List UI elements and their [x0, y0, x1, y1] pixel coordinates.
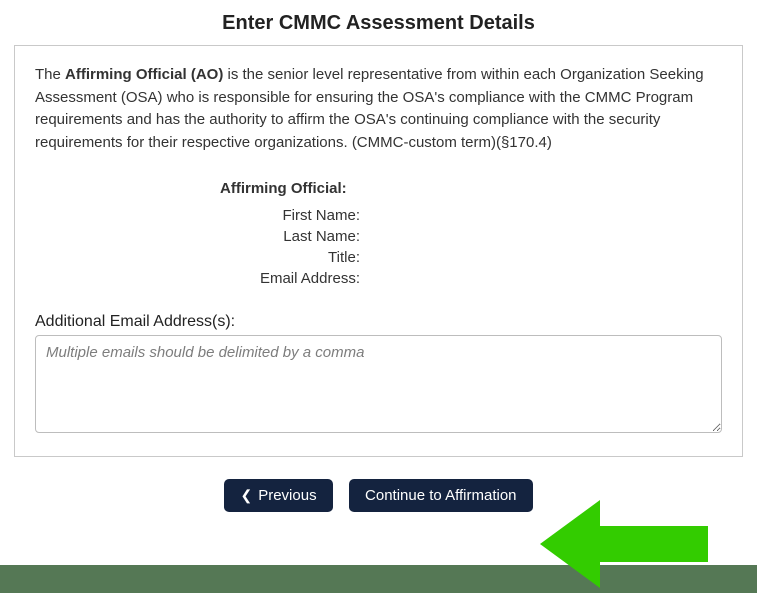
first-name-label: First Name: [220, 207, 360, 224]
desc-bold: Affirming Official (AO) [65, 66, 223, 83]
email-row: Email Address: [35, 270, 722, 287]
additional-emails-input[interactable] [35, 335, 722, 433]
previous-button[interactable]: ❮ Previous [224, 479, 332, 512]
additional-emails-label: Additional Email Address(s): [35, 313, 722, 331]
ao-heading: Affirming Official: [220, 180, 722, 197]
callout-arrow-icon [540, 494, 720, 594]
desc-prefix: The [35, 66, 65, 83]
last-name-label: Last Name: [220, 228, 360, 245]
title-label: Title: [220, 249, 360, 266]
last-name-row: Last Name: [35, 228, 722, 245]
first-name-row: First Name: [35, 207, 722, 224]
email-label: Email Address: [220, 270, 360, 287]
ao-description: The Affirming Official (AO) is the senio… [35, 64, 722, 154]
page-title: Enter CMMC Assessment Details [0, 12, 757, 35]
continue-button[interactable]: Continue to Affirmation [349, 479, 532, 512]
title-row: Title: [35, 249, 722, 266]
details-panel: The Affirming Official (AO) is the senio… [14, 45, 743, 457]
chevron-left-icon: ❮ [240, 487, 252, 504]
previous-button-label: Previous [258, 487, 316, 504]
continue-button-label: Continue to Affirmation [365, 487, 516, 504]
